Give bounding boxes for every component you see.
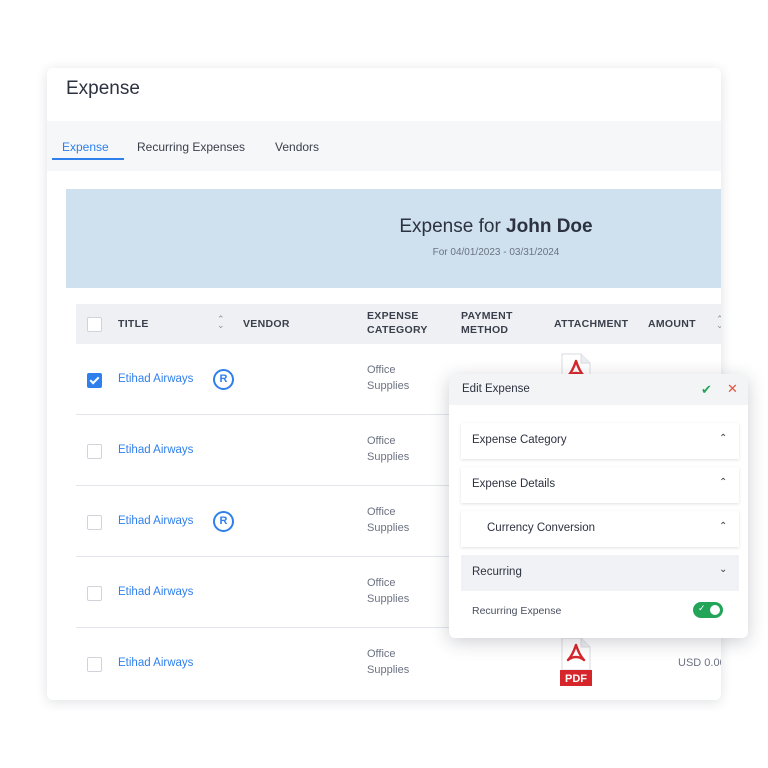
expense-category-line1: Office [367,506,396,518]
expense-category-line2: Supplies [367,522,410,534]
tab-bar: Expense Recurring Expenses Vendors [47,121,721,171]
sort-icon[interactable]: ⌃ ⌄ [716,315,721,330]
banner-date-range: For 04/01/2023 - 03/31/2024 [432,247,560,258]
expense-title-link[interactable]: Etihad Airways [118,657,193,669]
expense-category-line1: Office [367,364,396,376]
column-attachment[interactable]: ATTACHMENT [554,317,628,331]
expense-category-line1: Office [367,435,396,447]
expense-category-line2: Supplies [367,593,410,605]
select-all-checkbox[interactable] [87,317,102,332]
chevron-up-icon[interactable]: ⌃ [719,477,727,488]
popup-title: Edit Expense [462,383,530,395]
column-expense-category-line2: CATEGORY [367,324,428,336]
tab-recurring-expenses[interactable]: Recurring Expenses [137,140,245,154]
expense-category: Office Supplies [367,433,409,465]
section-label: Currency Conversion [487,522,596,534]
section-label: Expense Category [472,434,567,446]
check-icon: ✓ [698,603,706,613]
chevron-up-icon[interactable]: ⌃ [719,433,727,444]
close-icon[interactable]: ✕ [727,381,738,397]
expense-category: Office Supplies [367,362,409,394]
expense-category-line2: Supplies [367,664,410,676]
active-tab-indicator [52,158,124,160]
page-title: Expense [66,78,140,99]
section-expense-category[interactable]: Expense Category ⌃ [461,423,739,459]
expense-category-line2: Supplies [367,380,410,392]
edit-expense-popup: Edit Expense ✔ ✕ Expense Category ⌃ Expe… [449,374,748,638]
row-checkbox[interactable] [87,657,102,672]
chevron-down-icon[interactable]: ⌄ [719,564,727,575]
banner-title-prefix: Expense for [399,216,507,237]
pdf-file-icon[interactable]: PDF [560,636,592,686]
column-payment-method[interactable]: PAYMENT METHOD [461,309,513,337]
banner-employee-name: John Doe [506,216,593,237]
row-checkbox[interactable] [87,444,102,459]
sort-icon[interactable]: ⌃ ⌄ [217,315,225,330]
section-label: Expense Details [472,478,556,490]
expense-title-link[interactable]: Etihad Airways [118,444,193,456]
expense-category-line1: Office [367,577,396,589]
section-expense-details[interactable]: Expense Details ⌃ [461,467,739,503]
section-recurring[interactable]: Recurring ⌄ [461,555,739,591]
recurring-expense-label: Recurring Expense [472,605,562,617]
expense-category: Office Supplies [367,646,409,678]
column-title[interactable]: TITLE [118,317,149,331]
expense-title-link[interactable]: Etihad Airways [118,515,193,527]
expense-title-link[interactable]: Etihad Airways [118,586,193,598]
expense-amount: USD 0.00 [678,657,721,669]
expense-category-line2: Supplies [367,451,410,463]
column-vendor[interactable]: VENDOR [243,317,290,331]
column-payment-method-line2: METHOD [461,324,509,336]
recurring-expense-toggle[interactable]: ✓ [693,602,723,618]
column-expense-category[interactable]: EXPENSE CATEGORY [367,309,428,337]
pdf-label: PDF [565,673,587,685]
banner-title: Expense for John Doe [66,216,721,238]
column-payment-method-line1: PAYMENT [461,310,513,322]
table-row[interactable]: Etihad Airways Office Supplies PDF USD 0.… [76,628,721,698]
section-label: Recurring [472,566,522,578]
column-expense-category-line1: EXPENSE [367,310,419,322]
expense-category: Office Supplies [367,575,409,607]
row-checkbox[interactable] [87,515,102,530]
popup-header: Edit Expense ✔ ✕ [449,374,748,405]
chevron-up-icon[interactable]: ⌃ [719,521,727,532]
tab-expense[interactable]: Expense [62,140,109,154]
row-checkbox[interactable] [87,586,102,601]
tab-vendors[interactable]: Vendors [275,140,319,154]
expense-banner: Expense for John Doe For 04/01/2023 - 03… [66,189,721,288]
expense-title-link[interactable]: Etihad Airways [118,373,193,385]
expense-category: Office Supplies [367,504,409,536]
expense-category-line1: Office [367,648,396,660]
section-currency-conversion[interactable]: Currency Conversion ⌃ [461,511,739,547]
save-check-icon[interactable]: ✔ [701,382,712,398]
row-checkbox[interactable] [87,373,102,388]
table-header: TITLE ⌃ ⌄ VENDOR EXPENSE CATEGORY PAYMENT M… [76,304,721,344]
recurring-badge-icon: R [213,369,234,390]
column-amount[interactable]: AMOUNT [648,317,696,331]
recurring-badge-icon: R [213,511,234,532]
